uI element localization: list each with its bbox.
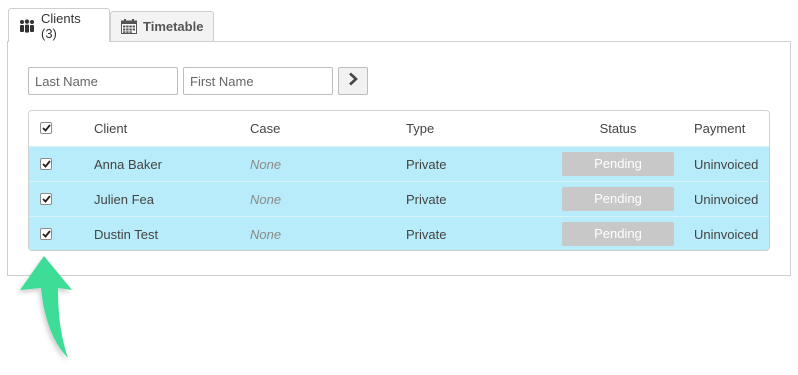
column-header-status[interactable]: Status — [562, 111, 674, 146]
type-value: Private — [406, 227, 447, 242]
column-header-type[interactable]: Type — [406, 111, 434, 146]
tab-timetable[interactable]: Timetable — [110, 11, 214, 41]
type-value: Private — [406, 157, 447, 172]
row-checkbox[interactable] — [40, 228, 52, 240]
row-check-cell — [40, 182, 54, 217]
first-name-input[interactable] — [183, 67, 333, 95]
payment-value: Uninvoiced — [694, 192, 759, 207]
payment-value: Uninvoiced — [694, 227, 759, 242]
last-name-input[interactable] — [28, 67, 178, 95]
clients-widget: Clients (3) Timetable Last Name First Na… — [0, 0, 798, 375]
case-value: None — [250, 227, 282, 242]
row-checkbox[interactable] — [40, 193, 52, 205]
column-header-case[interactable]: Case — [250, 111, 280, 146]
tab-timetable-label: Timetable — [143, 19, 204, 34]
status-badge[interactable]: Pending — [562, 222, 674, 246]
row-check-cell — [40, 217, 54, 250]
people-icon — [19, 18, 35, 33]
client-name[interactable]: Anna Baker — [94, 147, 162, 182]
calendar-icon — [121, 19, 137, 34]
column-header-client[interactable]: Client — [94, 111, 127, 146]
table-row[interactable]: Anna Baker None Private Pending Uninvoic… — [29, 146, 769, 181]
chevron-right-icon — [347, 72, 359, 91]
table-header: Client Case Type Status Payment — [29, 111, 769, 146]
case-value: None — [250, 157, 282, 172]
clients-table: Client Case Type Status Payment Anna Bak… — [28, 110, 770, 251]
client-name[interactable]: Dustin Test — [94, 217, 158, 250]
type-value: Private — [406, 192, 447, 207]
callout-arrow-icon — [14, 252, 78, 369]
select-all-cell — [40, 111, 54, 146]
payment-value: Uninvoiced — [694, 157, 759, 172]
table-row[interactable]: Dustin Test None Private Pending Uninvoi… — [29, 216, 769, 250]
status-badge[interactable]: Pending — [562, 187, 674, 211]
case-value: None — [250, 192, 282, 207]
select-all-checkbox[interactable] — [40, 122, 52, 134]
table-row[interactable]: Julien Fea None Private Pending Uninvoic… — [29, 181, 769, 216]
tab-clients-label: Clients (3) — [41, 10, 81, 41]
column-header-payment[interactable]: Payment — [694, 111, 745, 146]
search-submit-button[interactable] — [338, 67, 368, 95]
status-badge[interactable]: Pending — [562, 152, 674, 176]
client-name[interactable]: Julien Fea — [94, 182, 154, 217]
tab-clients[interactable]: Clients (3) — [8, 8, 110, 42]
row-check-cell — [40, 147, 54, 182]
row-checkbox[interactable] — [40, 158, 52, 170]
